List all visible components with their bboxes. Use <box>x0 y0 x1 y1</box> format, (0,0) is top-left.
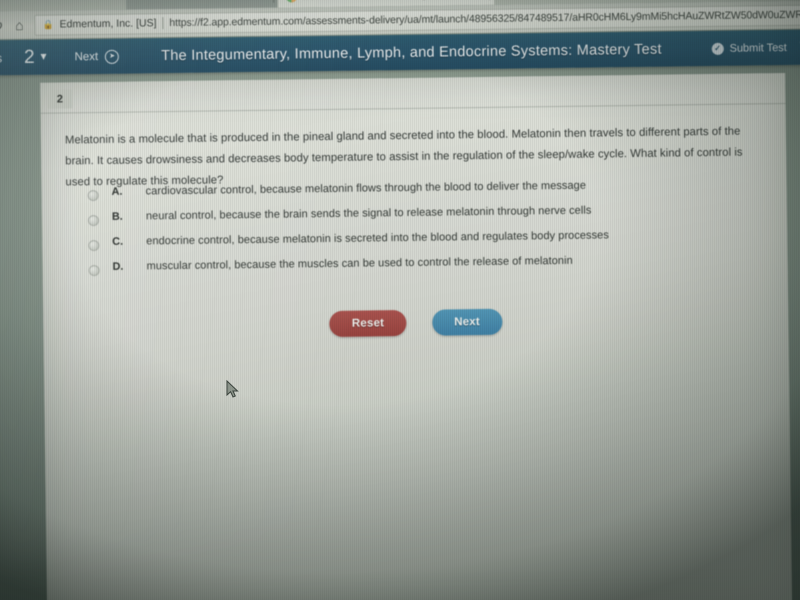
reload-icon[interactable]: ↻ <box>0 17 9 34</box>
submit-test-label: Submit Test <box>729 41 787 55</box>
arrow-right-circle-icon: ➤ <box>105 49 120 64</box>
option-letter: C. <box>112 235 124 248</box>
question-selector[interactable]: 2 ▼ <box>24 46 49 68</box>
assessment-content: 2 Melatonin is a molecule that is produc… <box>40 73 793 600</box>
new-tab-button[interactable]: + <box>502 0 511 4</box>
close-icon[interactable]: ✕ <box>261 0 270 2</box>
action-button-row: Reset Next <box>43 305 788 341</box>
submit-test-button[interactable]: ✓ Submit Test <box>711 41 787 55</box>
toolbar-right-group: ✓ Submit Test 🔧 <box>711 37 800 57</box>
divider <box>162 17 164 30</box>
question-number-badge: 2 <box>47 89 73 109</box>
question-number-label: 2 <box>23 46 35 68</box>
check-circle-icon: ✓ <box>711 42 724 55</box>
reset-button[interactable]: Reset <box>329 309 407 337</box>
option-letter: B. <box>111 210 123 223</box>
browser-window: ✕ testosterone definition - Google ✕ + ↻… <box>0 0 800 600</box>
radio-button[interactable] <box>87 190 99 202</box>
radio-button[interactable] <box>87 214 100 227</box>
radio-button[interactable] <box>88 239 100 252</box>
next-button[interactable]: Next <box>431 308 503 336</box>
photographed-screen: ✕ testosterone definition - Google ✕ + ↻… <box>0 0 800 600</box>
google-icon <box>286 0 298 3</box>
previous-button[interactable]: us <box>0 51 12 65</box>
home-icon[interactable]: ⌂ <box>8 17 30 33</box>
chevron-down-icon: ▼ <box>38 51 49 63</box>
site-identity-label: Edmentum, Inc. [US] <box>59 17 157 31</box>
url-text: https://f2.app.edmentum.com/assessments-… <box>169 8 800 30</box>
page-title: The Integumentary, Immune, Lymph, and En… <box>161 41 662 64</box>
mouse-pointer-icon <box>226 380 239 398</box>
next-question-button[interactable]: Next ➤ <box>74 49 120 64</box>
wrench-icon[interactable]: 🔧 <box>793 37 800 57</box>
option-letter: D. <box>112 260 124 273</box>
radio-button[interactable] <box>88 264 100 277</box>
option-letter: A. <box>111 185 123 198</box>
tab-title: testosterone definition - Google <box>302 0 434 2</box>
tab-divider <box>272 0 275 3</box>
answer-options-list: A. cardiovascular control, because melat… <box>87 178 749 287</box>
divider <box>40 103 786 114</box>
lock-icon: 🔒 <box>42 19 54 30</box>
next-label: Next <box>74 50 99 63</box>
